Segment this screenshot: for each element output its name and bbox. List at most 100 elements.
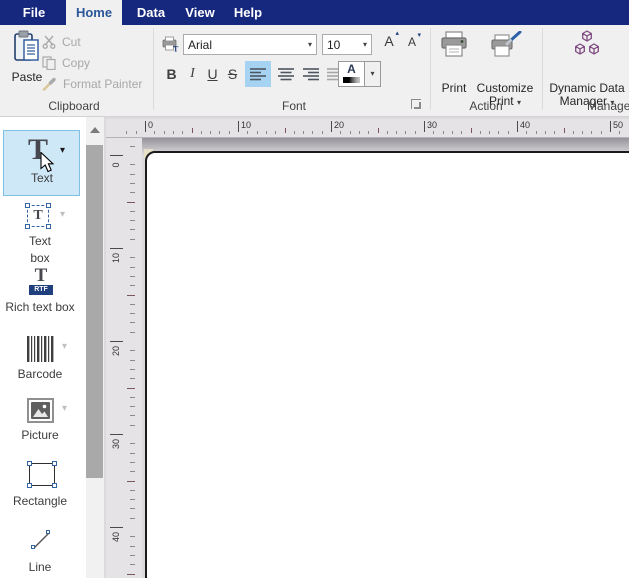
tab-view[interactable]: View (178, 0, 222, 25)
tool-barcode[interactable]: ▾ Barcode (0, 335, 86, 397)
font-color-dropdown[interactable]: ▾ (364, 61, 381, 87)
grow-font-button[interactable]: A▴ (379, 33, 399, 55)
font-color-letter: A (339, 62, 364, 77)
align-left-icon (250, 67, 266, 81)
v-ruler-number: 30 (109, 436, 123, 452)
font-size-value: 10 (327, 38, 340, 52)
v-ruler-number: 20 (109, 343, 123, 359)
printer-font-icon: T (162, 36, 179, 52)
format-painter-icon (42, 77, 58, 91)
tab-help[interactable]: Help (226, 0, 270, 25)
line-tool-icon (30, 528, 54, 552)
tool-rectangle-label: Rectangle (0, 493, 80, 510)
italic-button[interactable]: I (183, 63, 202, 85)
design-canvas[interactable] (145, 151, 629, 578)
font-name-combobox[interactable]: Arial ▾ (183, 34, 317, 55)
print-button[interactable]: Print (435, 29, 473, 95)
align-center-icon (278, 67, 294, 81)
tab-help-label: Help (234, 5, 262, 20)
tool-text-box-label: Text box (20, 233, 60, 267)
application-window: File Home Data View Help Paste (0, 0, 629, 578)
align-right-icon (303, 67, 319, 81)
chevron-down-icon[interactable]: ▾ (62, 341, 67, 352)
font-name-value: Arial (188, 38, 212, 52)
copy-button[interactable]: Copy (42, 54, 90, 71)
barcode-tool-icon (26, 336, 56, 362)
rectangle-tool-icon (29, 463, 55, 486)
dynamic-data-manager-button[interactable]: Dynamic Data Manager ▾ (545, 29, 629, 109)
print-label: Print (435, 81, 473, 95)
v-ruler-number: 40 (109, 529, 123, 545)
tool-rectangle[interactable]: Rectangle (0, 461, 86, 523)
font-color-swatch (343, 77, 360, 83)
font-group: T Arial ▾ 10 ▾ A▴ A▾ B I U S (154, 25, 429, 117)
mouse-cursor (40, 152, 56, 174)
h-ruler-number: 40 (520, 120, 530, 130)
picture-tool-icon (27, 398, 54, 423)
strikethrough-button[interactable]: S (223, 63, 242, 85)
tool-line[interactable]: Line (0, 526, 86, 578)
tab-view-label: View (185, 5, 214, 20)
tool-rich-text-box-label: Rich text box (0, 299, 80, 316)
font-dialog-launcher-icon[interactable] (411, 99, 421, 109)
chevron-down-icon: ▾ (370, 70, 374, 78)
v-ruler-number: 10 (109, 250, 123, 266)
underline-button[interactable]: U (203, 63, 222, 85)
customize-print-icon (488, 31, 522, 58)
strikethrough-label: S (228, 66, 237, 82)
tool-picture-label: Picture (0, 427, 80, 444)
cut-label: Cut (62, 35, 81, 49)
toolbox-panel: T ▾ Text T ▾ Text box T RTF Rich text bo… (0, 117, 86, 578)
chevron-down-icon[interactable]: ▾ (363, 41, 367, 49)
tab-file-label: File (23, 5, 45, 20)
h-ruler-number: 20 (334, 120, 344, 130)
print-icon (439, 31, 469, 58)
align-right-button[interactable] (298, 61, 324, 87)
bold-button[interactable]: B (162, 63, 181, 85)
ribbon-tab-bar: File Home Data View Help (0, 0, 629, 25)
paste-icon (13, 30, 41, 64)
h-ruler-number: 50 (613, 120, 623, 130)
cut-button[interactable]: Cut (42, 33, 81, 50)
horizontal-ruler: 01020304050 (106, 119, 629, 138)
toolbox-scrollbar[interactable] (86, 117, 103, 578)
chevron-down-icon[interactable]: ▾ (308, 41, 312, 49)
management-group: Dynamic Data Manager ▾ Management (543, 25, 629, 117)
action-group-label: Action (436, 99, 536, 113)
chevron-down-icon[interactable]: ▾ (60, 209, 65, 220)
format-painter-button[interactable]: Format Painter (42, 75, 142, 92)
chevron-down-icon[interactable]: ▾ (62, 403, 67, 414)
svg-text:T: T (173, 45, 179, 53)
underline-label: U (207, 66, 217, 82)
shrink-font-button[interactable]: A▾ (402, 35, 422, 57)
caret-down-icon: ▾ (417, 31, 421, 39)
text-box-tool-icon: T (27, 205, 49, 227)
scrollbar-up-arrow-icon[interactable] (90, 127, 100, 133)
vertical-ruler: 0 10 20 30 40 (106, 138, 142, 578)
tool-picture[interactable]: ▾ Picture (0, 397, 86, 459)
scrollbar-thumb[interactable] (86, 145, 103, 478)
v-ruler-number: 0 (109, 157, 123, 173)
tab-data[interactable]: Data (128, 0, 174, 25)
caret-up-icon: ▴ (395, 29, 399, 37)
clipboard-group-label: Clipboard (24, 99, 124, 113)
tab-file[interactable]: File (8, 0, 60, 25)
h-ruler-number: 0 (148, 120, 153, 130)
font-group-label: Font (234, 99, 354, 113)
align-center-button[interactable] (273, 61, 299, 87)
tool-rich-text-box[interactable]: T RTF Rich text box (0, 267, 86, 341)
tab-data-label: Data (137, 5, 165, 20)
tool-text-box[interactable]: T ▾ Text box (0, 203, 86, 269)
dynamic-data-manager-label-line1: Dynamic Data (545, 81, 629, 95)
bold-label: B (166, 66, 176, 82)
tab-home[interactable]: Home (66, 0, 122, 25)
rtf-badge: RTF (29, 285, 53, 295)
customize-print-button[interactable]: Customize Print ▾ (473, 29, 537, 109)
font-color-button[interactable]: A (338, 61, 365, 87)
font-size-combobox[interactable]: 10 ▾ (322, 34, 372, 55)
action-group: Print Customize Print ▾ Action (431, 25, 541, 117)
chevron-down-icon[interactable]: ▾ (60, 145, 65, 156)
tool-line-label: Line (0, 559, 80, 576)
shrink-font-letter: A (408, 35, 416, 49)
align-left-button[interactable] (245, 61, 271, 87)
